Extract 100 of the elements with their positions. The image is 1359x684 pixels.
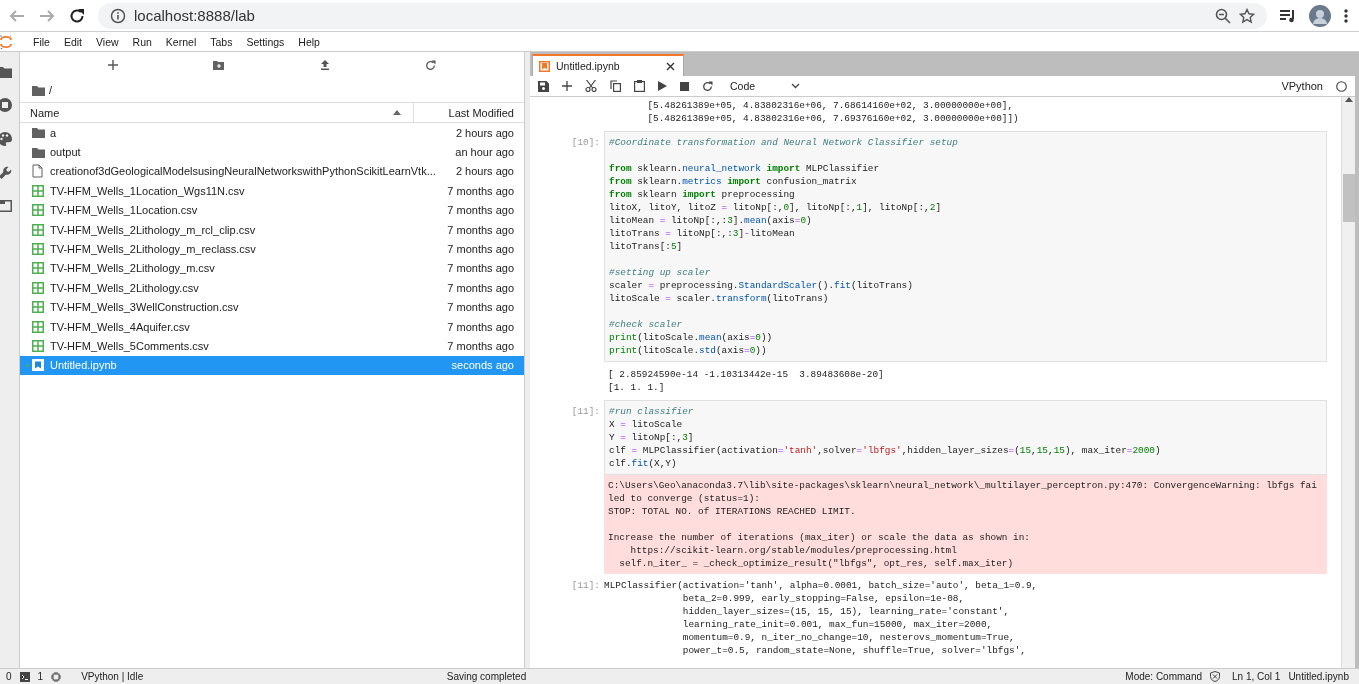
file-row[interactable]: TV-HFM_Wells_5Comments.csv 7 months ago: [20, 336, 524, 356]
modified-time: 7 months ago: [447, 281, 514, 294]
menu-item[interactable]: File: [26, 35, 57, 48]
scroll-up-icon[interactable]: [1344, 97, 1353, 102]
code-line: print(litoScale.std(axis=0)): [609, 344, 768, 357]
table-icon: [32, 243, 44, 256]
code-line: scaler = preprocessing.StandardScaler().fit(litoTrans): [609, 279, 914, 292]
modified-time: 7 months ago: [447, 340, 514, 352]
tabs-icon[interactable]: [0, 200, 12, 212]
url-text: localhost:8888/lab: [134, 7, 256, 24]
code-line: clf.fit(X,Y): [609, 457, 678, 470]
code-line: litoX, litoY, litoZ = litoNp[:,0], litoNp[:,1], litoNp[:,2]: [609, 201, 943, 214]
file-name: creationof3dGeologicalModelsusingNeuralNetworkswithPythonScikitLearnVtk...: [50, 165, 437, 178]
output-line: hidden_layer_sizes=(15, 15, 15), learning_rate='constant',: [681, 605, 1011, 618]
output-line: [5.48261389e+05, 4.83802316e+06, 7.69376160e+02, 3.00000000e+00]]): [646, 112, 1020, 125]
modified-time: 7 months ago: [447, 184, 514, 197]
new-folder-icon[interactable]: [213, 60, 225, 70]
warning-line: STOP: TOTAL NO. of ITERATIONS REACHED LIMIT.: [608, 505, 857, 518]
stop-icon[interactable]: [680, 81, 689, 91]
code-cell[interactable]: #run classifier X = litoScale Y = litoNp[:,3] clf = MLPClassifier(activation='tanh',solver='lbfgs',hidden_layer_sizes=(15,15,15), max_iter=2000) clf.fit(X,Y): [604, 400, 1327, 475]
avatar-icon[interactable]: [1309, 4, 1331, 27]
upload-icon[interactable]: [319, 60, 330, 70]
shield-icon[interactable]: [1210, 671, 1220, 682]
menu-item[interactable]: View: [89, 35, 126, 48]
file-row[interactable]: TV-HFM_Wells_1Location_Wgs11N.csv 7 months ago: [20, 181, 524, 201]
file-row[interactable]: TV-HFM_Wells_2Lithology_m_reclass.csv 7 months ago: [20, 239, 524, 259]
code-line: from sklearn.metrics import confusion_matrix: [609, 175, 858, 188]
file-row[interactable]: TV-HFM_Wells_3WellConstruction.csv 7 months ago: [20, 297, 524, 317]
notebook-icon: [32, 359, 44, 372]
paste-icon[interactable]: [634, 80, 645, 92]
wrench-icon[interactable]: [0, 166, 12, 180]
warning-line: self.n_iter_ = _check_optimize_result("lbfgs", opt_res, self.max_iter): [618, 557, 1015, 570]
cursor-position[interactable]: Ln 1, Col 1: [1232, 671, 1281, 682]
cell-type-dropdown[interactable]: Code: [726, 80, 805, 92]
plus-icon[interactable]: [562, 81, 572, 91]
file-row[interactable]: TV-HFM_Wells_2Lithology_m_rcl_clip.csv 7 months ago: [20, 219, 524, 240]
output-line: learning_rate_init=0.001, max_fun=15000, max_iter=2000,: [681, 618, 994, 631]
breadcrumb-path[interactable]: /: [49, 84, 53, 96]
kernel-status-icon: [1336, 80, 1347, 92]
tab-title: Untitled.ipynb: [556, 60, 621, 72]
mode-indicator: Mode: Command: [1125, 671, 1202, 682]
scrollbar-thumb[interactable]: [1342, 174, 1355, 222]
menu-item[interactable]: Help: [291, 35, 327, 48]
file-row[interactable]: a 2 hours ago: [20, 123, 524, 143]
code-line: from sklearn.neural_network import MLPClassifier: [609, 162, 881, 175]
column-header[interactable]: Last Modified: [414, 106, 524, 119]
file-row[interactable]: TV-HFM_Wells_2Lithology.csv 7 months ago: [20, 278, 524, 298]
warning-line: C:\Users\Geo\anaconda3.7\lib\site-packages\sklearn\neural_network\_multilayer_perceptron.py:470: ConvergenceWarning: lbfgs fai: [608, 479, 1318, 492]
file-row[interactable]: creationof3dGeologicalModelsusingNeuralNetworkswithPythonScikitLearnVtk... 2 hours ago: [20, 161, 524, 182]
output-line: [ 2.85924590e-14 -1.10313442e-15 3.89483608e-20]: [608, 368, 885, 381]
menu-item[interactable]: Kernel: [158, 35, 204, 48]
folder-icon[interactable]: [0, 66, 12, 78]
info-icon: [110, 7, 126, 24]
folder-icon: [32, 146, 45, 158]
table-icon: [32, 184, 44, 197]
code-line: #run classifier: [609, 405, 695, 418]
close-icon[interactable]: [666, 61, 675, 71]
kernel-icon[interactable]: [51, 671, 62, 682]
code-cell[interactable]: [604, 131, 1327, 362]
file-row[interactable]: TV-HFM_Wells_2Lithology_m.csv 7 months ago: [20, 258, 524, 279]
modified-time: 7 months ago: [447, 262, 514, 275]
file-name: Untitled.ipynb: [1288, 671, 1349, 682]
notebook-tab[interactable]: Untitled.ipynb: [532, 54, 684, 76]
file-name: TV-HFM_Wells_2Lithology_m_reclass.csv: [50, 243, 257, 256]
terminal-icon[interactable]: [19, 671, 30, 682]
copy-icon[interactable]: [610, 80, 621, 92]
column-header[interactable]: Name: [30, 106, 60, 119]
more-menu-icon[interactable]: [1343, 7, 1349, 24]
media-queue-icon[interactable]: [1279, 7, 1297, 24]
table-icon: [32, 281, 44, 294]
file-row[interactable]: output an hour ago: [20, 142, 524, 162]
refresh-icon[interactable]: [425, 59, 437, 71]
folder-icon[interactable]: [32, 84, 45, 96]
address-bar[interactable]: localhost:8888/lab: [98, 2, 1267, 29]
kernel-name[interactable]: VPython: [1281, 80, 1323, 92]
menu-item[interactable]: Run: [125, 35, 159, 48]
file-row[interactable]: TV-HFM_Wells_1Location.csv 7 months ago: [20, 200, 524, 220]
run-icon[interactable]: [658, 81, 667, 91]
modified-time: an hour ago: [455, 146, 514, 159]
menu-item[interactable]: Edit: [56, 35, 89, 48]
sort-caret-icon[interactable]: [393, 110, 401, 115]
output-line: [1. 1. 1.]: [608, 381, 666, 394]
reload-icon[interactable]: [68, 6, 86, 25]
cut-icon[interactable]: [585, 80, 597, 92]
menu-item[interactable]: Tabs: [203, 35, 240, 48]
palette-icon[interactable]: [0, 132, 12, 146]
menu-item[interactable]: Settings: [239, 35, 292, 48]
modified-time: 7 months ago: [447, 243, 514, 256]
code-line: litoScale = scaler.transform(litoTrans): [609, 292, 830, 305]
code-line: clf = MLPClassifier(activation='tanh',solver='lbfgs',hidden_layer_sizes=(15,15,15), max_iter=2000): [609, 444, 1162, 457]
kernel-status[interactable]: VPython | Idle: [81, 671, 144, 682]
file-name: TV-HFM_Wells_2Lithology_m_rcl_clip.csv: [50, 223, 257, 236]
zoom-out-icon[interactable]: [1215, 7, 1231, 24]
plus-icon[interactable]: [107, 60, 118, 70]
save-icon[interactable]: [538, 80, 549, 92]
modified-time: 7 months ago: [447, 223, 514, 236]
code-line: print(litoScale.mean(axis=0)): [609, 331, 774, 344]
star-icon[interactable]: [1239, 7, 1255, 24]
file-row[interactable]: TV-HFM_Wells_4Aquifer.csv 7 months ago: [20, 316, 524, 337]
restart-icon[interactable]: [702, 80, 713, 92]
